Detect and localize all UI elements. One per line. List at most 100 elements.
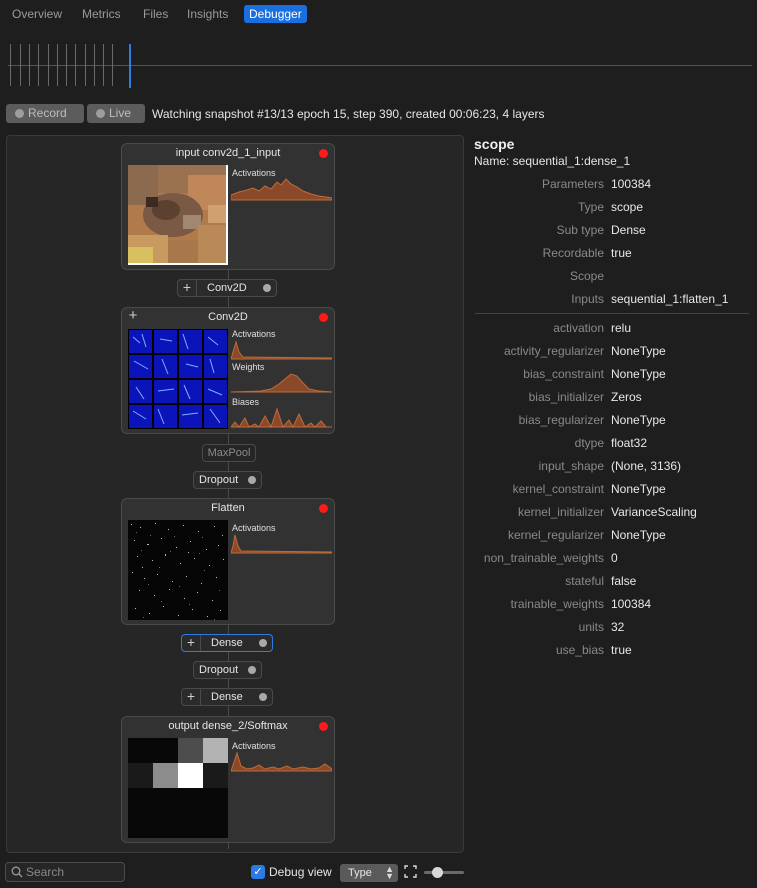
type-select-value: Type [348,867,372,879]
plus-icon[interactable]: + [182,635,201,651]
timeline-tick[interactable] [29,44,30,86]
record-button[interactable]: Record [6,104,84,123]
property-key: stateful [565,574,604,588]
node-title: Conv2D [208,311,248,323]
timeline-tick[interactable] [66,44,67,86]
timeline-axis [8,65,752,66]
config-row: bias_initializer Zeros [474,390,750,406]
layer-pill-dropout[interactable]: Dropout [193,471,262,489]
fullscreen-icon[interactable] [404,865,417,878]
config-row: bias_regularizer NoneType [474,413,750,429]
record-label: Record [28,106,67,120]
softmax-cell [178,738,203,763]
property-row: Inputs sequential_1:flatten_1 [474,292,750,308]
layer-pill-conv2d[interactable]: + Conv2D [177,279,277,297]
type-select[interactable]: Type ▲ ▼ [340,864,398,882]
property-key: kernel_constraint [512,482,604,496]
zoom-slider[interactable] [424,871,464,874]
output-node[interactable]: output dense_2/Softmax Activations [121,716,335,843]
property-key: Recordable [542,246,604,260]
input-image-thumbnail [128,165,228,265]
softmax-cell [128,738,153,763]
timeline-tick[interactable] [85,44,86,86]
config-row: kernel_regularizer NoneType [474,528,750,544]
debug-view-label: Debug view [269,865,332,879]
property-key: input_shape [538,459,604,473]
softmax-cell [128,763,153,788]
timeline-tick[interactable] [38,44,39,86]
config-row: bias_constraint NoneType [474,367,750,383]
node-title: output dense_2/Softmax [168,720,288,732]
layer-label: Dropout [199,474,239,486]
timeline-tick[interactable] [103,44,104,86]
node-title: input conv2d_1_input [175,147,281,159]
layer-pill-dense-selected[interactable]: + Dense [181,634,273,652]
timeline-current-marker[interactable] [129,44,131,88]
search-box[interactable] [5,862,125,882]
live-button[interactable]: Live [87,104,145,123]
property-value: NoneType [611,482,666,496]
timeline-tick[interactable] [57,44,58,86]
biases-histogram [231,407,332,428]
property-value: 0 [611,551,618,565]
conv-filters-thumbnail [128,329,228,429]
activations-histogram [231,340,332,360]
layer-pill-maxpool[interactable]: MaxPool [202,444,256,462]
model-graph-panel[interactable]: input conv2d_1_input Activations + Conv2… [6,135,464,853]
search-input[interactable] [26,864,121,880]
layer-pill-dense[interactable]: + Dense [181,688,273,706]
tab-insights[interactable]: Insights [182,5,233,23]
layer-label: Conv2D [207,282,247,294]
property-value: (None, 3136) [611,459,682,473]
layer-label: Dense [211,637,243,649]
status-dot-icon [259,639,267,647]
timeline-tick[interactable] [20,44,21,86]
property-key: Parameters [541,177,604,191]
config-row: kernel_initializer VarianceScaling [474,505,750,521]
plus-icon[interactable]: + [182,689,201,705]
record-dot-icon[interactable] [319,149,328,158]
checkmark-icon: ✓ [253,866,263,878]
conv2d-node[interactable]: + Conv2D Activations Weights Biases [121,307,335,434]
zoom-slider-knob[interactable] [432,867,443,878]
property-value: NoneType [611,367,666,381]
activations-histogram [231,178,332,201]
tab-files[interactable]: Files [138,5,173,23]
timeline-tick[interactable] [75,44,76,86]
tab-debugger[interactable]: Debugger [244,5,307,23]
status-dot-icon [263,284,271,292]
record-dot-icon[interactable] [319,504,328,513]
tab-overview[interactable]: Overview [7,5,67,23]
timeline-tick[interactable] [94,44,95,86]
snapshot-timeline[interactable] [8,42,752,90]
softmax-cell [178,813,203,838]
property-key: use_bias [555,643,604,657]
config-row: units 32 [474,620,750,636]
live-label: Live [109,106,132,120]
property-key: bias_regularizer [518,413,604,427]
property-row: Recordable true [474,246,750,262]
property-value: Zeros [611,390,642,404]
record-dot-icon[interactable] [319,722,328,731]
record-dot-icon [15,109,24,118]
flatten-node[interactable]: Flatten Activations [121,498,335,625]
timeline-tick[interactable] [112,44,113,86]
input-node[interactable]: input conv2d_1_input Activations [121,143,335,270]
property-value: NoneType [611,413,666,427]
property-value: true [611,643,632,657]
property-value: VarianceScaling [611,505,697,519]
details-title: scope [474,136,515,152]
tab-metrics[interactable]: Metrics [77,5,126,23]
plus-icon[interactable]: + [178,280,197,296]
config-row: stateful false [474,574,750,590]
timeline-tick[interactable] [48,44,49,86]
property-value: 100384 [611,177,652,191]
debug-view-checkbox[interactable]: ✓ [251,865,265,879]
record-dot-icon[interactable] [319,313,328,322]
config-row: activation relu [474,321,750,337]
timeline-tick[interactable] [10,44,11,86]
layer-label: Dropout [199,664,239,676]
softmax-cell [128,813,153,838]
layer-pill-dropout[interactable]: Dropout [193,661,262,679]
property-key: bias_initializer [528,390,604,404]
